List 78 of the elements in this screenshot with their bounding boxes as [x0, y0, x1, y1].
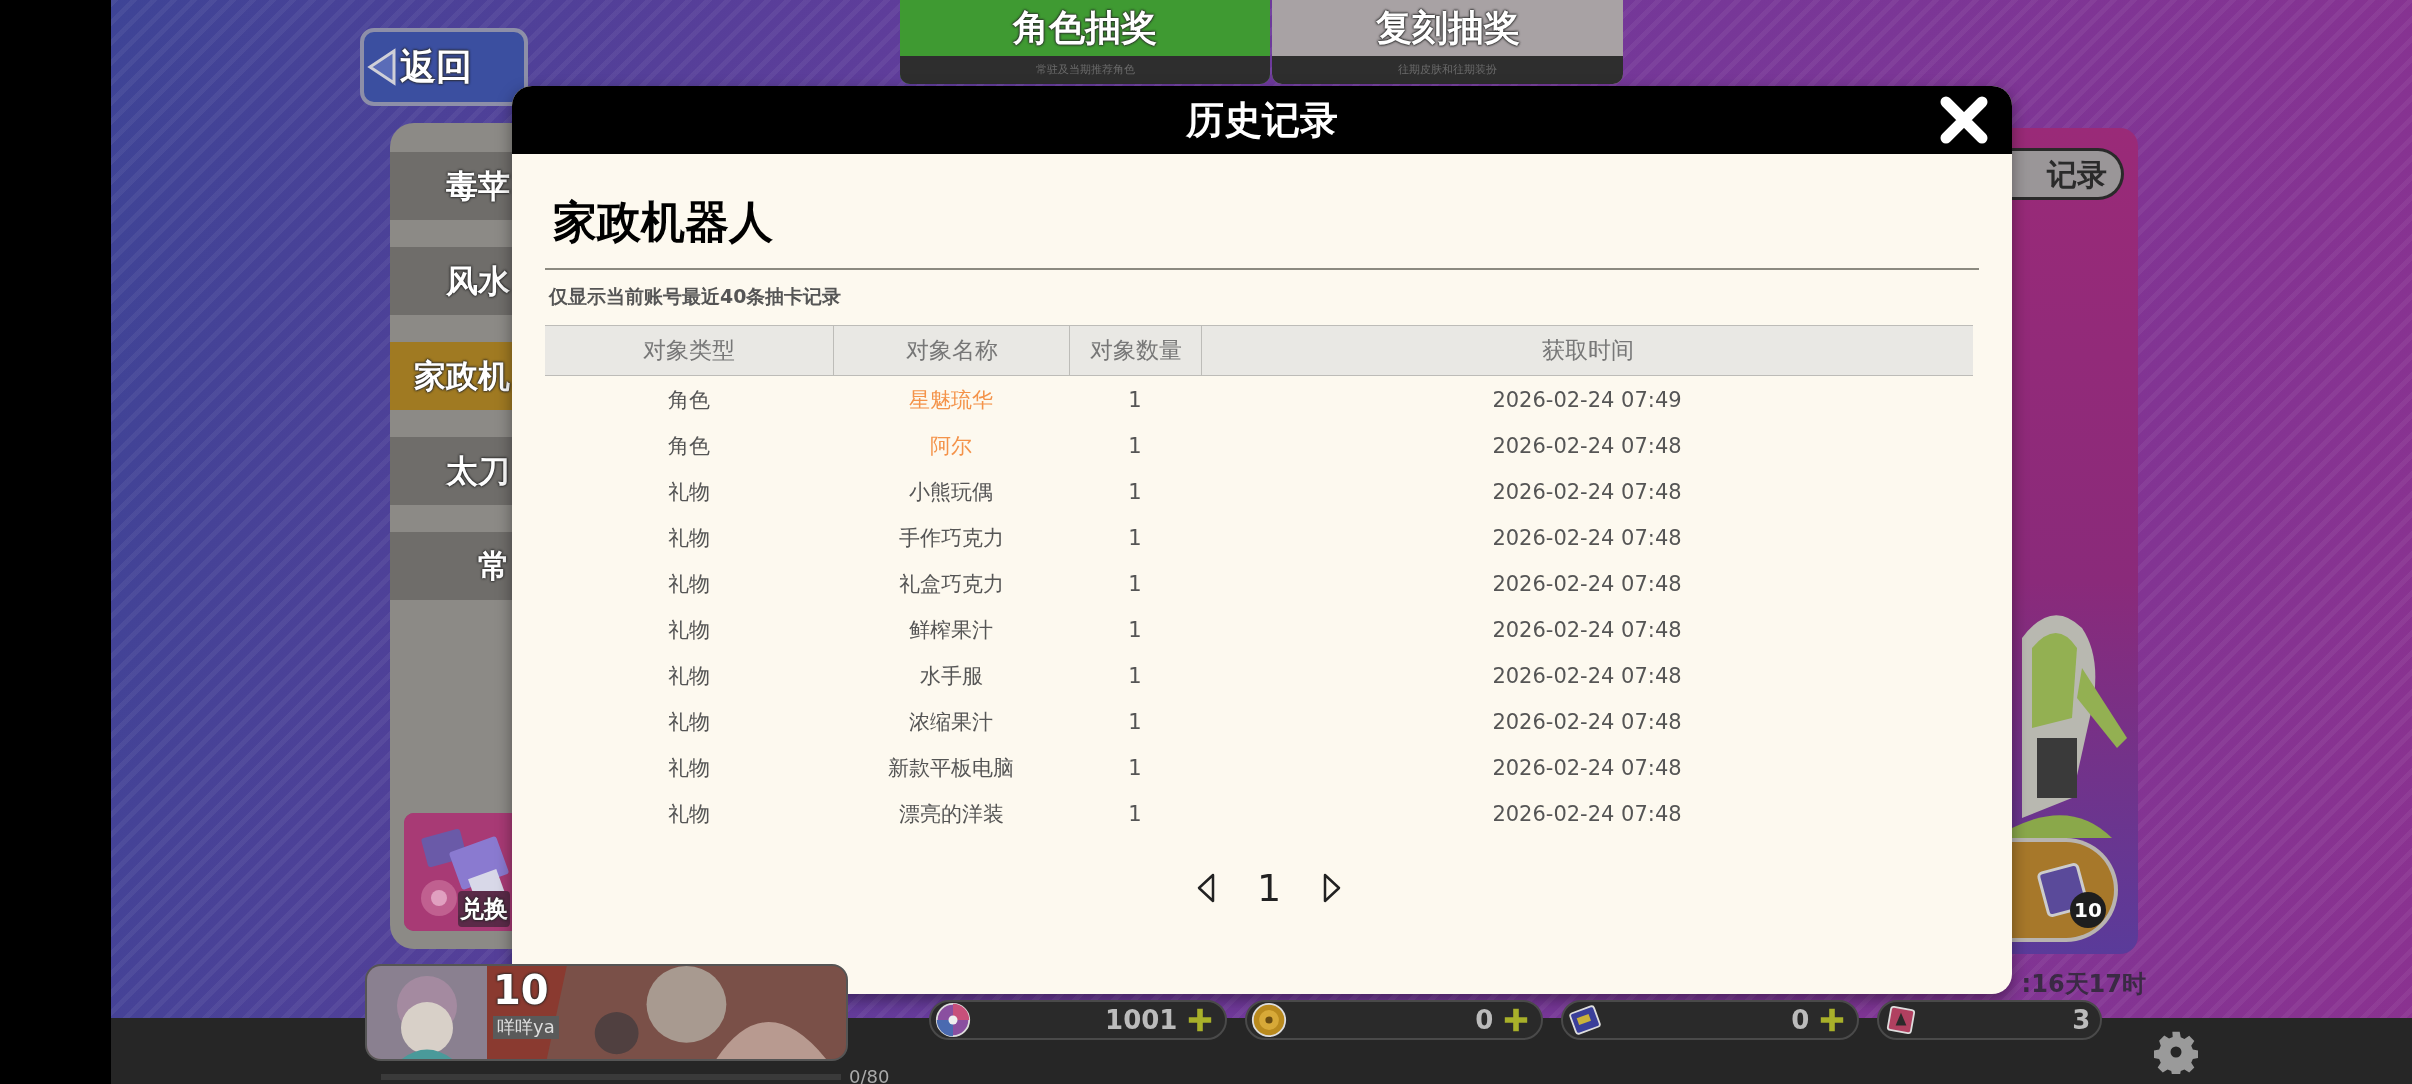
exchange-label: 兑换: [458, 891, 510, 927]
dialog-title: 历史记录: [1186, 96, 1338, 144]
column-header: 对象数量: [1069, 325, 1201, 375]
table-cell-text: 1: [1128, 754, 1142, 782]
exp-text: 0/80: [849, 1065, 890, 1084]
table-cell-text: 1: [1128, 570, 1142, 598]
table-cell-text: 礼物: [668, 570, 710, 598]
table-cell-text: 2026-02-24 07:48: [1492, 432, 1682, 460]
left-triangle-icon: [1195, 872, 1216, 904]
table-cell-text: 礼物: [668, 754, 710, 782]
table-cell-text: 鲜榨果汁: [909, 616, 993, 644]
currency-amount: 0: [1790, 1003, 1810, 1037]
close-icon: [1938, 94, 1990, 146]
pool-item[interactable]: 家政机: [390, 342, 512, 410]
back-button[interactable]: 返回: [360, 28, 528, 106]
currency-amount: 3: [2071, 1003, 2091, 1037]
table-cell-text: 1: [1128, 616, 1142, 644]
disc-icon: [935, 1002, 972, 1038]
column-header: 获取时间: [1201, 325, 1973, 375]
table-cell-text: 2026-02-24 07:48: [1492, 616, 1682, 644]
pool-item[interactable]: 风水: [390, 247, 512, 315]
table-cell-text: 2026-02-24 07:48: [1492, 754, 1682, 782]
table-cell-text: 1: [1128, 478, 1142, 506]
table-cell-text: 礼物: [668, 662, 710, 690]
player-level: 10: [493, 970, 549, 1010]
currency-amount: 1001: [1104, 1003, 1178, 1037]
exchange-button[interactable]: 兑换: [404, 813, 512, 931]
record-note: 仅显示当前账号最近40条抽卡记录: [547, 284, 843, 309]
table-cell-text: 1: [1128, 662, 1142, 690]
countdown-text: :16天17时: [2020, 969, 2146, 1000]
multi-draw-button[interactable]: 10: [2012, 838, 2118, 942]
table-cell-text: 礼物: [668, 800, 710, 828]
table-cell-text: 角色: [668, 432, 710, 460]
player-name: 咩咩ya: [493, 1016, 559, 1039]
settings-icon: [2154, 1030, 2198, 1074]
table-cell-text: 水手服: [919, 662, 983, 690]
table-cell-text: 1: [1128, 524, 1142, 552]
card-icon: [1567, 1002, 1604, 1038]
table-cell-text: 2026-02-24 07:48: [1492, 708, 1682, 736]
table-cell-text: 1: [1128, 386, 1142, 414]
avatar-icon: [367, 966, 487, 1059]
close-button[interactable]: [1938, 94, 1990, 146]
table-cell-text: 阿尔: [930, 432, 972, 460]
pool-item[interactable]: 常: [390, 532, 512, 600]
page-number: 1: [1256, 864, 1282, 912]
pool-item[interactable]: 毒苹: [390, 152, 512, 220]
pool-name-heading: 家政机器人: [552, 200, 774, 244]
table-cell-text: 1: [1128, 432, 1142, 460]
right-triangle-icon: [1322, 872, 1343, 904]
table-cell-text: 礼物: [668, 616, 710, 644]
table-cell-text: 礼物: [668, 478, 710, 506]
count-badge: 10: [2070, 892, 2106, 928]
table-cell-text: 礼物: [668, 708, 710, 736]
settings-button[interactable]: [2154, 1030, 2198, 1074]
table-cell-text: 2026-02-24 07:48: [1492, 662, 1682, 690]
table-cell-text: 2026-02-24 07:49: [1492, 386, 1682, 414]
table-cell-text: 星魅琉华: [909, 386, 993, 414]
column-header: 对象类型: [642, 335, 736, 365]
left-arrow-icon: [366, 47, 396, 87]
table-cell-text: 浓缩果汁: [909, 708, 993, 736]
currency-amount: 0: [1474, 1003, 1494, 1037]
table-cell-text: 手作巧克力: [898, 524, 1004, 552]
table-cell-text: 2026-02-24 07:48: [1492, 570, 1682, 598]
pool-item[interactable]: 太刀: [390, 437, 512, 505]
table-cell-text: 2026-02-24 07:48: [1492, 800, 1682, 828]
table-cell-text: 1: [1128, 800, 1142, 828]
table-cell-text: 漂亮的洋装: [898, 800, 1004, 828]
record-button[interactable]: 记录: [2012, 148, 2124, 200]
table-cell-text: 礼物: [668, 524, 710, 552]
table-cell-text: 2026-02-24 07:48: [1492, 478, 1682, 506]
table-cell-text: 小熊玩偶: [909, 478, 993, 506]
table-cell-text: 2026-02-24 07:48: [1492, 524, 1682, 552]
table-cell-text: 礼盒巧克力: [898, 570, 1004, 598]
coin-icon: [1251, 1002, 1288, 1038]
table-cell-text: 1: [1128, 708, 1142, 736]
column-header: 对象名称: [833, 325, 1069, 375]
table-cell-text: 新款平板电脑: [888, 754, 1014, 782]
table-cell-text: 角色: [668, 386, 710, 414]
